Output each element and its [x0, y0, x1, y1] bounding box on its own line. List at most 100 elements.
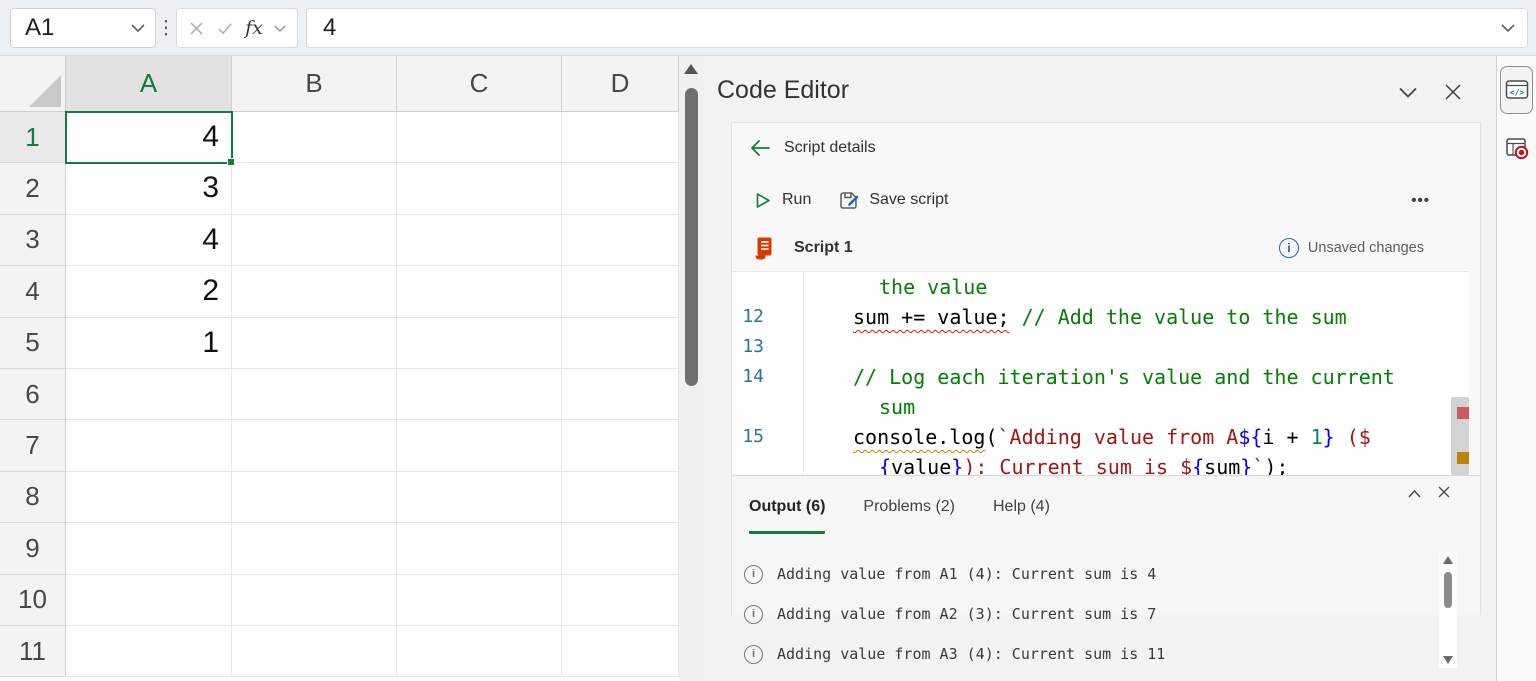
cell-D7[interactable]	[562, 420, 679, 471]
output-scrollbar-thumb[interactable]	[1444, 572, 1452, 608]
cell-C11[interactable]	[397, 626, 562, 677]
row-header-3[interactable]: 3	[0, 215, 66, 266]
code-editor-area[interactable]: the value12sum += value; // Add the valu…	[732, 271, 1469, 475]
save-script-button[interactable]: Save script	[838, 190, 948, 211]
cell-A3[interactable]: 4	[66, 215, 232, 266]
editor-scrollbar[interactable]	[1451, 272, 1469, 475]
cell-A4[interactable]: 2	[66, 266, 232, 317]
cell-D4[interactable]	[562, 266, 679, 317]
record-actions-button[interactable]	[1500, 128, 1533, 168]
cell-B6[interactable]	[232, 369, 397, 420]
cell-A1[interactable]: 4	[66, 112, 232, 163]
cell-C1[interactable]	[397, 112, 562, 163]
cell-D1[interactable]	[562, 112, 679, 163]
row-header-11[interactable]: 11	[0, 626, 66, 677]
column-header-row: ABCD	[0, 56, 679, 112]
code-token: ($	[1335, 425, 1371, 449]
chevron-down-icon[interactable]	[274, 24, 286, 33]
code-editor-pane-button[interactable]: </>	[1500, 66, 1533, 114]
cell-D10[interactable]	[562, 575, 679, 626]
close-output-icon[interactable]	[1437, 485, 1451, 499]
cell-C5[interactable]	[397, 318, 562, 369]
cell-B11[interactable]	[232, 626, 397, 677]
cell-C8[interactable]	[397, 472, 562, 523]
column-header-D[interactable]: D	[562, 56, 679, 112]
output-tab-2[interactable]: Help (4)	[993, 498, 1050, 534]
row-header-6[interactable]: 6	[0, 369, 66, 420]
expand-formula-bar-icon[interactable]	[1501, 23, 1515, 33]
run-button[interactable]: Run	[753, 191, 811, 210]
cell-B8[interactable]	[232, 472, 397, 523]
chevron-down-icon[interactable]	[131, 23, 145, 33]
back-to-script-details[interactable]: Script details	[749, 129, 1460, 167]
grid-vertical-scrollbar[interactable]	[679, 56, 704, 681]
cell-A9[interactable]	[66, 523, 232, 574]
cell-A7[interactable]	[66, 420, 232, 471]
row-header-2[interactable]: 2	[0, 163, 66, 214]
cell-B5[interactable]	[232, 318, 397, 369]
select-all-corner[interactable]	[0, 56, 66, 112]
info-icon[interactable]: i	[1279, 238, 1299, 258]
cell-A8[interactable]	[66, 472, 232, 523]
row-header-10[interactable]: 10	[0, 575, 66, 626]
code-line-content: // Log each iteration's value and the cu…	[803, 362, 1395, 392]
row-header-5[interactable]: 5	[0, 318, 66, 369]
scroll-down-arrow-icon[interactable]	[1443, 656, 1453, 664]
insert-function-button[interactable]: fx	[245, 17, 263, 39]
cell-A10[interactable]	[66, 575, 232, 626]
column-header-B[interactable]: B	[232, 56, 397, 112]
cell-D5[interactable]	[562, 318, 679, 369]
output-scrollbar[interactable]	[1439, 552, 1457, 668]
cell-A2[interactable]: 3	[66, 163, 232, 214]
cell-B10[interactable]	[232, 575, 397, 626]
cell-C2[interactable]	[397, 163, 562, 214]
row-header-1[interactable]: 1	[0, 112, 66, 163]
cell-C6[interactable]	[397, 369, 562, 420]
panel-title: Code Editor	[717, 76, 849, 105]
cell-B7[interactable]	[232, 420, 397, 471]
row-header-8[interactable]: 8	[0, 472, 66, 523]
grid-scrollbar-thumb[interactable]	[685, 88, 698, 386]
cell-D6[interactable]	[562, 369, 679, 420]
cell-D2[interactable]	[562, 163, 679, 214]
output-tab-1[interactable]: Problems (2)	[863, 498, 955, 534]
collapse-panel-chevron-icon[interactable]	[1398, 86, 1418, 100]
code-token: $	[1180, 455, 1192, 475]
cell-A5[interactable]: 1	[66, 318, 232, 369]
output-tab-0[interactable]: Output (6)	[749, 498, 825, 534]
fill-handle[interactable]	[227, 158, 235, 166]
cell-B9[interactable]	[232, 523, 397, 574]
cell-D8[interactable]	[562, 472, 679, 523]
cell-A11[interactable]	[66, 626, 232, 677]
collapse-output-chevron-icon[interactable]	[1407, 488, 1422, 499]
cell-B3[interactable]	[232, 215, 397, 266]
grid-row-3: 34	[0, 215, 679, 266]
cell-C7[interactable]	[397, 420, 562, 471]
cell-A6[interactable]	[66, 369, 232, 420]
formula-bar[interactable]: 4	[306, 8, 1528, 48]
grid-row-7: 7	[0, 420, 679, 471]
cell-C4[interactable]	[397, 266, 562, 317]
more-options-icon[interactable]: •••	[1411, 192, 1430, 209]
cell-D3[interactable]	[562, 215, 679, 266]
row-header-7[interactable]: 7	[0, 420, 66, 471]
cell-B2[interactable]	[232, 163, 397, 214]
cell-C3[interactable]	[397, 215, 562, 266]
row-header-4[interactable]: 4	[0, 266, 66, 317]
row-header-9[interactable]: 9	[0, 523, 66, 574]
cancel-entry-icon[interactable]	[188, 20, 205, 37]
close-panel-icon[interactable]	[1444, 83, 1462, 101]
cell-C10[interactable]	[397, 575, 562, 626]
cell-C9[interactable]	[397, 523, 562, 574]
cell-B4[interactable]	[232, 266, 397, 317]
cell-B1[interactable]	[232, 112, 397, 163]
confirm-entry-icon[interactable]	[216, 20, 234, 37]
name-box[interactable]: A1	[10, 8, 156, 48]
output-message-text: Adding value from A3 (4): Current sum is…	[777, 645, 1165, 663]
scroll-up-arrow-icon[interactable]	[684, 64, 698, 74]
cell-D9[interactable]	[562, 523, 679, 574]
cell-D11[interactable]	[562, 626, 679, 677]
column-header-C[interactable]: C	[397, 56, 562, 112]
column-header-A[interactable]: A	[66, 56, 232, 112]
scroll-up-arrow-icon[interactable]	[1443, 556, 1453, 564]
